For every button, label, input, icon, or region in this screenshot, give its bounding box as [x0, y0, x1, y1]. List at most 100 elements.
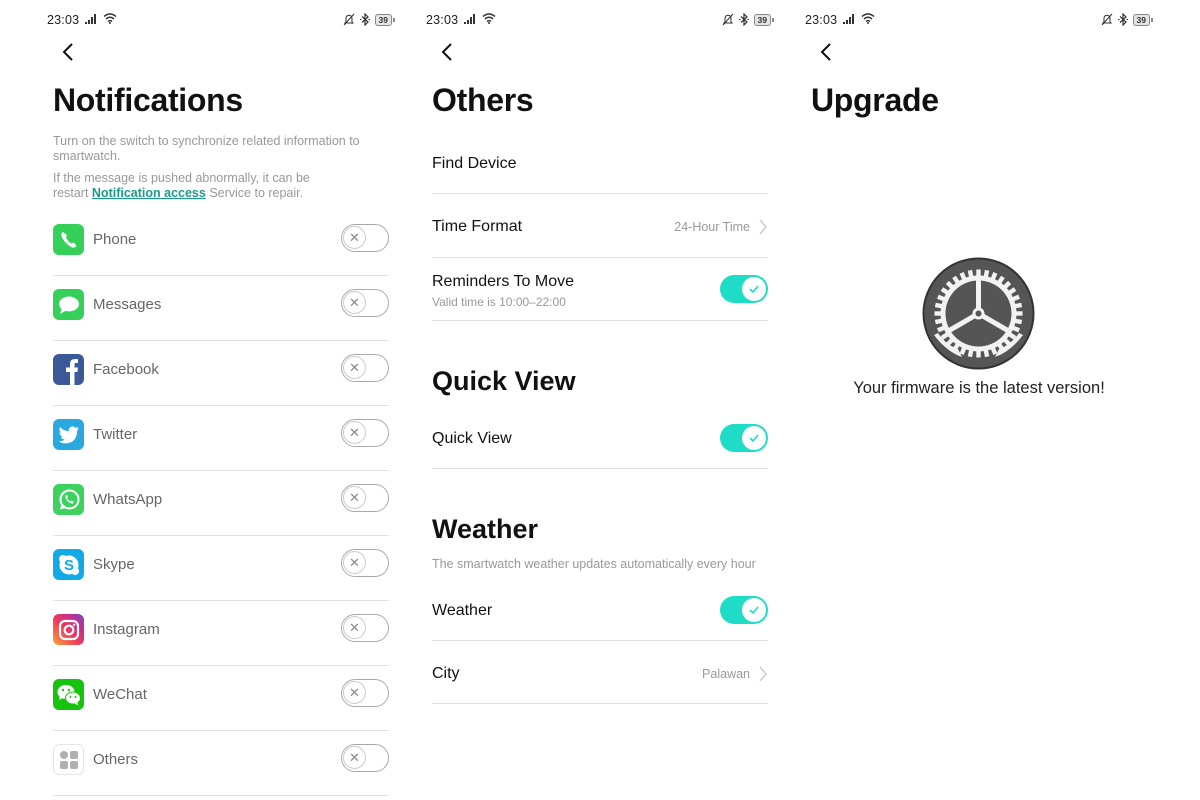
- city-value: Palawan: [702, 667, 750, 681]
- check-icon: [742, 426, 766, 450]
- toggle-off-x-icon: ✕: [343, 421, 366, 444]
- others-screen: 23:03 39 Others Find Device Time Format …: [419, 0, 779, 800]
- repair-description: If the message is pushed abnormally, it …: [53, 171, 310, 200]
- skype-toggle[interactable]: ✕: [341, 549, 389, 577]
- reminders-sub: Valid time is 10:00–22:00: [432, 295, 566, 309]
- quick-view-label: Quick View: [432, 430, 512, 447]
- find-device-row[interactable]: Find Device: [432, 130, 768, 194]
- app-label: Facebook: [93, 361, 159, 378]
- wechat-toggle[interactable]: ✕: [341, 679, 389, 707]
- toggle-off-x-icon: ✕: [343, 681, 366, 704]
- firmware-status-message: Your firmware is the latest version!: [853, 379, 1105, 397]
- wechat-icon: [53, 679, 84, 710]
- weather-section-title: Weather: [432, 514, 539, 544]
- back-button[interactable]: [818, 40, 834, 64]
- quick-view-section-title: Quick View: [432, 366, 576, 396]
- chevron-right-icon: [759, 219, 767, 235]
- settings-gear-icon: [922, 257, 1035, 370]
- upgrade-screen: 23:03 39 Upgrade Your firmware is the la…: [798, 0, 1158, 800]
- toggle-off-x-icon: ✕: [343, 486, 366, 509]
- instagram-icon: [53, 614, 84, 645]
- others-icon: [53, 744, 84, 775]
- skype-icon: S: [53, 549, 84, 580]
- toggle-off-x-icon: ✕: [343, 551, 366, 574]
- time-format-value: 24-Hour Time: [674, 220, 750, 234]
- app-row-facebook: Facebook ✕: [53, 341, 389, 406]
- app-row-whatsapp: WhatsApp ✕: [53, 471, 389, 536]
- toggle-off-x-icon: ✕: [343, 746, 366, 769]
- battery-icon: 39: [753, 13, 774, 26]
- weather-toggle[interactable]: [720, 596, 768, 624]
- signal-icon: [464, 14, 475, 24]
- app-label: Phone: [93, 231, 137, 248]
- app-row-phone: Phone ✕: [53, 211, 389, 276]
- twitter-icon: [53, 419, 84, 450]
- app-row-others: Others ✕: [53, 731, 389, 796]
- phone-icon: [53, 224, 84, 255]
- app-row-instagram: Instagram ✕: [53, 601, 389, 666]
- whatsapp-icon: [53, 484, 84, 515]
- facebook-icon: [53, 354, 84, 385]
- chevron-right-icon: [759, 666, 767, 682]
- app-label: Instagram: [93, 621, 160, 638]
- app-label: Skype: [93, 556, 135, 573]
- instagram-toggle[interactable]: ✕: [341, 614, 389, 642]
- signal-icon: [843, 14, 854, 24]
- bell-off-icon: [722, 13, 733, 26]
- find-device-label: Find Device: [432, 155, 517, 172]
- time-format-label: Time Format: [432, 218, 523, 235]
- status-time: 23:03: [426, 13, 459, 27]
- wifi-icon: [103, 13, 117, 24]
- quick-view-toggle[interactable]: [720, 424, 768, 452]
- city-row[interactable]: City Palawan: [432, 641, 768, 704]
- others-toggle[interactable]: ✕: [341, 744, 389, 772]
- status-bar: 23:03 39: [47, 11, 400, 29]
- messages-toggle[interactable]: ✕: [341, 289, 389, 317]
- whatsapp-toggle[interactable]: ✕: [341, 484, 389, 512]
- app-row-twitter: Twitter ✕: [53, 406, 389, 471]
- wifi-icon: [861, 13, 875, 24]
- time-format-row[interactable]: Time Format 24-Hour Time: [432, 194, 768, 258]
- notifications-screen: 23:03 39 Notifications Turn on the switc…: [40, 0, 400, 800]
- phone-toggle[interactable]: ✕: [341, 224, 389, 252]
- app-label: Messages: [93, 296, 162, 313]
- toggle-off-x-icon: ✕: [343, 291, 366, 314]
- twitter-toggle[interactable]: ✕: [341, 419, 389, 447]
- check-icon: [742, 277, 766, 301]
- bell-off-icon: [1101, 13, 1112, 26]
- back-button[interactable]: [439, 40, 455, 64]
- city-label: City: [432, 665, 460, 682]
- weather-description: The smartwatch weather updates automatic…: [432, 557, 756, 571]
- facebook-toggle[interactable]: ✕: [341, 354, 389, 382]
- bell-off-icon: [343, 13, 354, 26]
- battery-icon: 39: [374, 13, 395, 26]
- toggle-off-x-icon: ✕: [343, 226, 366, 249]
- signal-icon: [85, 14, 96, 24]
- quick-view-row: Quick View: [432, 406, 768, 469]
- app-label: Others: [93, 751, 139, 768]
- status-bar: 23:03 39: [805, 11, 1158, 29]
- app-label: WhatsApp: [93, 491, 163, 508]
- battery-icon: 39: [1132, 13, 1153, 26]
- weather-row: Weather: [432, 578, 768, 641]
- page-title: Notifications: [53, 82, 243, 118]
- notification-access-link[interactable]: Notification access: [92, 186, 206, 200]
- page-title: Upgrade: [811, 82, 939, 118]
- sync-description: Turn on the switch to synchronize relate…: [53, 134, 360, 163]
- weather-label: Weather: [432, 602, 493, 619]
- reminders-row: Reminders To Move Valid time is 10:00–22…: [432, 258, 768, 321]
- wifi-icon: [482, 13, 496, 24]
- back-button[interactable]: [60, 40, 76, 64]
- bluetooth-icon: [1117, 13, 1128, 26]
- reminders-toggle[interactable]: [720, 275, 768, 303]
- app-row-messages: Messages ✕: [53, 276, 389, 341]
- reminders-label: Reminders To Move: [432, 273, 574, 290]
- svg-text:S: S: [63, 557, 73, 574]
- status-bar: 23:03 39: [426, 11, 779, 29]
- app-row-skype: S Skype ✕: [53, 536, 389, 601]
- app-label: WeChat: [93, 686, 147, 703]
- app-label: Twitter: [93, 426, 138, 443]
- bluetooth-icon: [359, 13, 370, 26]
- messages-icon: [53, 289, 84, 320]
- page-title: Others: [432, 82, 534, 118]
